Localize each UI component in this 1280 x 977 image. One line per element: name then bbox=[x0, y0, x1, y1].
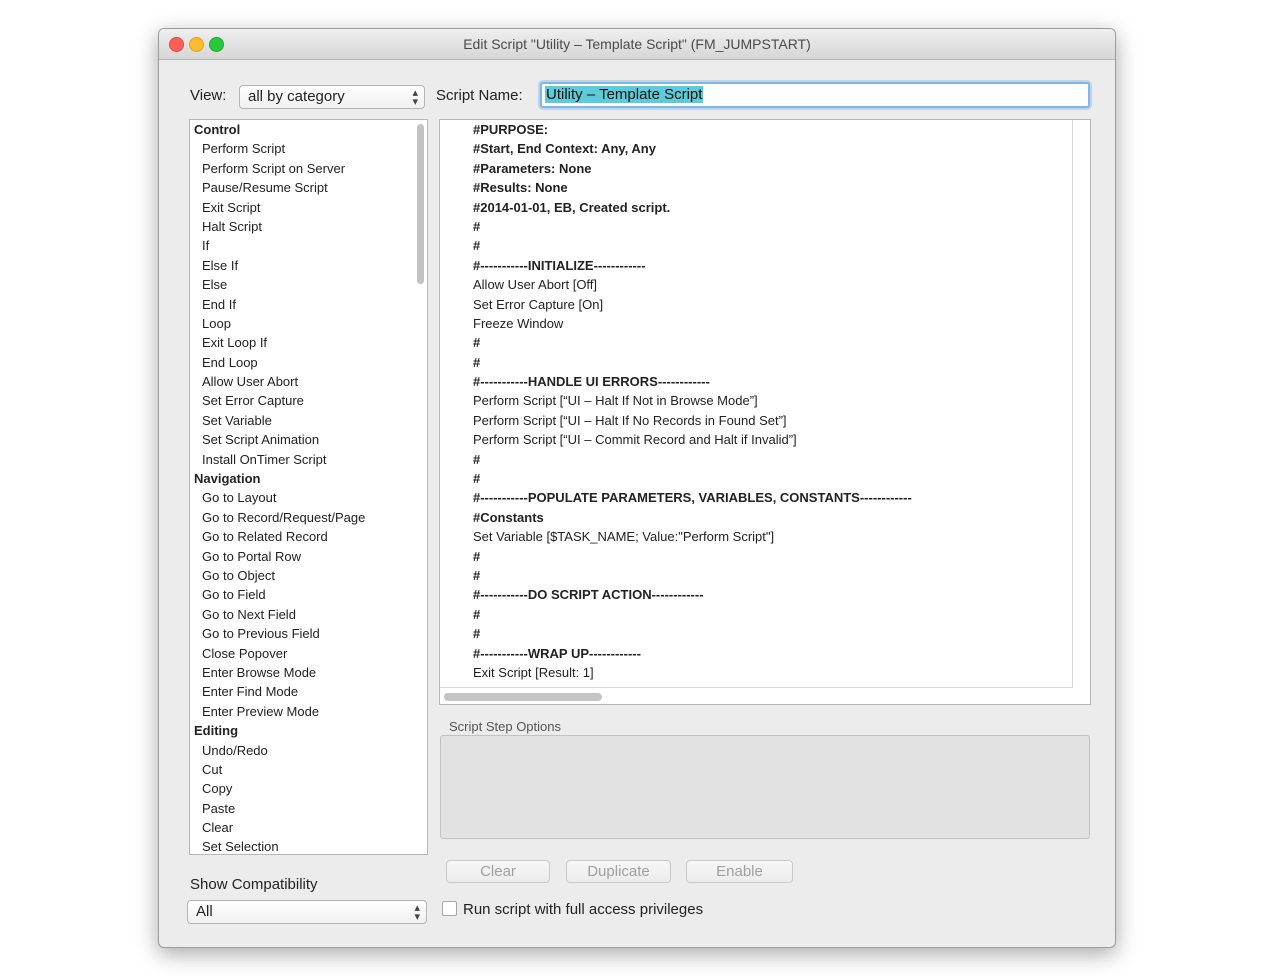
script-line[interactable]: #-----------DO SCRIPT ACTION------------ bbox=[473, 585, 912, 604]
step-item[interactable]: Go to Previous Field bbox=[190, 624, 412, 643]
script-line[interactable]: #Constants bbox=[473, 508, 912, 527]
step-item[interactable]: Go to Related Record bbox=[190, 527, 412, 546]
script-line[interactable]: # bbox=[473, 353, 912, 372]
script-name-input[interactable]: Utility – Template Script bbox=[540, 82, 1090, 108]
title-bar: Edit Script "Utility – Template Script" … bbox=[159, 29, 1115, 60]
full-access-privileges-row: Run script with full access privileges bbox=[442, 901, 703, 918]
step-item[interactable]: Clear bbox=[190, 818, 412, 837]
script-line[interactable]: # bbox=[473, 450, 912, 469]
updown-arrow-icon: ▴ ▾ bbox=[412, 87, 418, 108]
step-item[interactable]: Perform Script bbox=[190, 139, 412, 158]
script-editor-content: #PURPOSE: #Start, End Context: Any, Any #P… bbox=[440, 120, 1073, 688]
view-select-value: all by category bbox=[248, 88, 345, 105]
step-item[interactable]: Install OnTimer Script bbox=[190, 450, 412, 469]
script-line[interactable]: Freeze Window bbox=[473, 314, 912, 333]
step-item[interactable]: Halt Script bbox=[190, 217, 412, 236]
step-item[interactable]: Perform Script on Server bbox=[190, 159, 412, 178]
step-item[interactable]: Enter Browse Mode bbox=[190, 663, 412, 682]
script-line[interactable]: # bbox=[473, 217, 912, 236]
script-line[interactable]: #-----------POPULATE PARAMETERS, VARIABL… bbox=[473, 488, 912, 507]
script-line[interactable]: # bbox=[473, 236, 912, 255]
step-item[interactable]: Allow User Abort bbox=[190, 372, 412, 391]
script-steps-list[interactable]: Control Perform Script Perform Script on S… bbox=[189, 119, 428, 855]
script-line[interactable]: #Parameters: None bbox=[473, 159, 912, 178]
script-line[interactable]: # bbox=[473, 547, 912, 566]
step-item[interactable]: Set Variable bbox=[190, 411, 412, 430]
step-item[interactable]: Enter Preview Mode bbox=[190, 702, 412, 721]
step-item[interactable]: Go to Portal Row bbox=[190, 547, 412, 566]
script-line[interactable]: #Results: None bbox=[473, 178, 912, 197]
script-line[interactable]: # bbox=[473, 333, 912, 352]
steps-scrollbar-thumb[interactable] bbox=[417, 124, 424, 284]
window-title: Edit Script "Utility – Template Script" … bbox=[463, 36, 811, 52]
script-line[interactable]: #2014-01-01, EB, Created script. bbox=[473, 198, 912, 217]
duplicate-button[interactable]: Duplicate bbox=[566, 860, 671, 883]
step-item[interactable]: Undo/Redo bbox=[190, 741, 412, 760]
show-compatibility-label: Show Compatibility bbox=[190, 876, 318, 893]
script-line[interactable]: #-----------INITIALIZE------------ bbox=[473, 256, 912, 275]
step-item[interactable]: Else bbox=[190, 275, 412, 294]
script-line[interactable]: # bbox=[473, 605, 912, 624]
edit-script-window: Edit Script "Utility – Template Script" … bbox=[158, 28, 1116, 948]
script-line[interactable]: # bbox=[473, 469, 912, 488]
step-category: Navigation bbox=[194, 471, 261, 487]
step-category: Editing bbox=[194, 723, 239, 739]
full-access-privileges-label: Run script with full access privileges bbox=[463, 901, 704, 918]
step-item[interactable]: Set Script Animation bbox=[190, 430, 412, 449]
script-line[interactable]: Set Variable [$TASK_NAME; Value:"Perform… bbox=[473, 527, 912, 546]
step-item[interactable]: Cut bbox=[190, 760, 412, 779]
script-line[interactable]: Allow User Abort [Off] bbox=[473, 275, 912, 294]
script-line[interactable]: Perform Script [“UI – Commit Record and … bbox=[473, 430, 912, 449]
step-item[interactable]: Loop bbox=[190, 314, 412, 333]
enable-button[interactable]: Enable bbox=[686, 860, 793, 883]
step-item[interactable]: Paste bbox=[190, 799, 412, 818]
script-name-label: Script Name: bbox=[436, 87, 523, 104]
script-step-options-label: Script Step Options bbox=[449, 719, 561, 734]
script-editor[interactable]: #PURPOSE: #Start, End Context: Any, Any #P… bbox=[439, 119, 1091, 705]
step-category: Control bbox=[194, 122, 241, 137]
step-item[interactable]: Pause/Resume Script bbox=[190, 178, 412, 197]
script-line[interactable]: Set Error Capture [On] bbox=[473, 295, 912, 314]
script-line[interactable]: Perform Script [“UI – Halt If Not in Bro… bbox=[473, 391, 912, 410]
step-item[interactable]: If bbox=[190, 236, 412, 255]
step-item[interactable]: End If bbox=[190, 295, 412, 314]
script-line[interactable]: #Start, End Context: Any, Any bbox=[473, 139, 912, 158]
script-lines: #PURPOSE: #Start, End Context: Any, Any #P… bbox=[473, 120, 912, 682]
step-item[interactable]: Go to Next Field bbox=[190, 605, 412, 624]
step-item[interactable]: Go to Record/Request/Page bbox=[190, 508, 412, 527]
script-line[interactable]: Exit Script [Result: 1] bbox=[473, 663, 912, 682]
script-line[interactable]: # bbox=[473, 624, 912, 643]
script-line[interactable]: #-----------WRAP UP------------ bbox=[473, 644, 912, 663]
step-item[interactable]: Exit Script bbox=[190, 198, 412, 217]
clear-button[interactable]: Clear bbox=[446, 860, 550, 883]
step-item[interactable]: End Loop bbox=[190, 353, 412, 372]
step-item[interactable]: Else If bbox=[190, 256, 412, 275]
script-name-value: Utility – Template Script bbox=[545, 86, 704, 103]
script-line[interactable]: #PURPOSE: bbox=[473, 120, 912, 139]
step-item[interactable]: Go to Field bbox=[190, 585, 412, 604]
script-step-options-panel bbox=[440, 735, 1090, 839]
step-item[interactable]: Go to Object bbox=[190, 566, 412, 585]
view-select[interactable]: all by category ▴ ▾ bbox=[239, 85, 425, 109]
script-line[interactable]: #-----------HANDLE UI ERRORS------------ bbox=[473, 372, 912, 391]
compatibility-select[interactable]: All ▴ ▾ bbox=[187, 900, 427, 924]
steps-list-content: Control Perform Script Perform Script on S… bbox=[190, 120, 412, 854]
step-item[interactable]: Exit Loop If bbox=[190, 333, 412, 352]
step-item[interactable]: Enter Find Mode bbox=[190, 682, 412, 701]
step-item[interactable]: Set Error Capture bbox=[190, 391, 412, 410]
script-horizontal-scrollbar[interactable] bbox=[444, 693, 602, 701]
compatibility-select-value: All bbox=[196, 903, 213, 920]
step-item[interactable]: Close Popover bbox=[190, 644, 412, 663]
step-item[interactable]: Go to Layout bbox=[190, 488, 412, 507]
step-item[interactable]: Copy bbox=[190, 779, 412, 798]
script-line[interactable]: # bbox=[473, 566, 912, 585]
full-access-privileges-checkbox[interactable] bbox=[442, 901, 457, 916]
script-line[interactable]: Perform Script [“UI – Halt If No Records… bbox=[473, 411, 912, 430]
step-item[interactable]: Set Selection bbox=[190, 837, 412, 854]
updown-arrow-icon: ▴ ▾ bbox=[414, 902, 420, 923]
view-label: View: bbox=[190, 87, 227, 104]
